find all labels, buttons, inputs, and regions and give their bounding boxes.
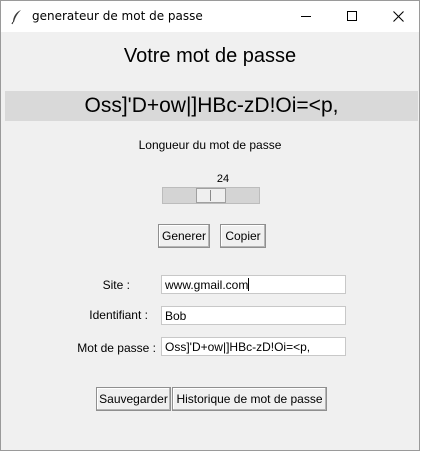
password-label: Mot de passe : [77, 341, 156, 355]
feather-icon [10, 9, 24, 25]
page-title: Votre mot de passe [123, 45, 297, 67]
site-input-value: www.gmail.com [165, 278, 249, 292]
generate-button[interactable]: Generer [158, 224, 210, 248]
text-caret [248, 278, 250, 291]
minimize-button[interactable] [283, 1, 329, 32]
length-label: Longueur du mot de passe [138, 138, 282, 152]
length-value: 24 [216, 173, 230, 185]
identifier-label: Identifiant : [89, 308, 148, 322]
maximize-button[interactable] [329, 1, 375, 32]
generated-password-panel: Oss]'D+ow|]HBc-zD!Oi=<p, [5, 91, 418, 121]
copy-button[interactable]: Copier [220, 224, 266, 248]
window-title: generateur de mot de passe [32, 9, 203, 23]
identifier-input[interactable]: Bob [161, 306, 346, 325]
site-input[interactable]: www.gmail.com [161, 275, 346, 294]
maximize-icon [347, 11, 357, 21]
length-slider[interactable] [162, 187, 260, 204]
generated-password: Oss]'D+ow|]HBc-zD!Oi=<p, [84, 94, 339, 117]
close-button[interactable] [375, 1, 421, 32]
history-button[interactable]: Historique de mot de passe [172, 387, 327, 411]
password-input[interactable]: Oss]'D+ow|]HBc-zD!Oi=<p, [161, 337, 346, 356]
title-bar[interactable]: generateur de mot de passe [1, 1, 419, 32]
site-label: Site : [102, 278, 130, 292]
app-window: generateur de mot de passe Votre mot de … [0, 0, 420, 451]
close-icon [393, 11, 404, 22]
slider-thumb[interactable] [196, 188, 226, 203]
minimize-icon [301, 16, 311, 17]
save-button[interactable]: Sauvegarder [96, 387, 171, 411]
